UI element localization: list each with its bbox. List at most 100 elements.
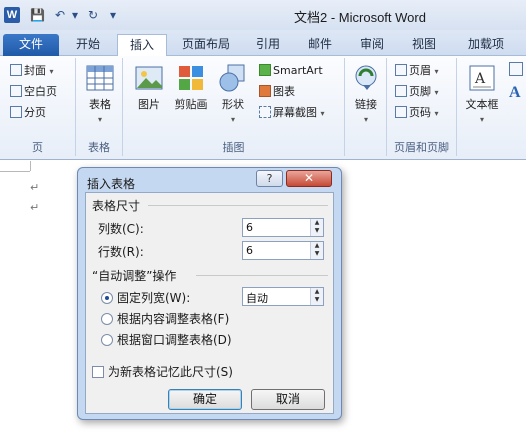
blank-page-icon xyxy=(10,85,22,97)
page-number-icon xyxy=(395,106,407,118)
table-group-label: 表格 xyxy=(88,141,110,154)
smartart-icon xyxy=(259,64,271,76)
spin-down-icon[interactable]: ▼ xyxy=(311,296,323,304)
rows-spin-buttons[interactable]: ▲ ▼ xyxy=(310,242,323,259)
footer-icon xyxy=(395,85,407,97)
checkbox-icon[interactable] xyxy=(92,366,104,378)
customize-qat-icon[interactable]: ▾ xyxy=(110,7,116,23)
ribbon-tabs: 文件 开始 插入 页面布局 引用 邮件 审阅 视图 加载项 xyxy=(0,30,526,57)
links-icon xyxy=(355,65,377,90)
tab-addins[interactable]: 加载项 xyxy=(458,34,514,56)
picture-button[interactable]: 图片 xyxy=(131,63,167,112)
undo-dropdown-icon[interactable]: ▾ xyxy=(72,7,78,23)
svg-text:A: A xyxy=(474,71,486,87)
page-number-button[interactable]: 页码 ▾ xyxy=(395,104,439,122)
smartart-button[interactable]: SmartArt xyxy=(259,62,323,80)
page-corner-mark-vertical xyxy=(30,161,31,171)
rows-label: 行数(R): xyxy=(98,245,144,259)
rows-value[interactable]: 6 xyxy=(246,244,253,257)
footer-button[interactable]: 页脚 ▾ xyxy=(395,83,439,101)
fixed-width-spin-buttons[interactable]: ▲ ▼ xyxy=(310,288,323,305)
links-button[interactable]: 链接 ▾ xyxy=(349,63,383,125)
page-break-icon xyxy=(10,106,22,118)
illustrations-group-label: 插图 xyxy=(222,141,245,154)
clipart-icon xyxy=(179,66,203,90)
quick-parts-icon[interactable] xyxy=(509,62,523,76)
spin-down-icon[interactable]: ▼ xyxy=(311,250,323,258)
chart-icon xyxy=(259,85,271,97)
cancel-button[interactable]: 取消 xyxy=(251,389,325,410)
columns-value[interactable]: 6 xyxy=(246,221,253,234)
spin-up-icon[interactable]: ▲ xyxy=(311,288,323,296)
pages-group-label: 页 xyxy=(32,141,43,154)
tab-home[interactable]: 开始 xyxy=(66,34,110,56)
dialog-title: 插入表格 xyxy=(87,177,136,191)
rows-spinner[interactable]: 6 ▲ ▼ xyxy=(242,241,324,260)
tab-review[interactable]: 审阅 xyxy=(352,34,392,56)
cover-page-button[interactable]: 封面 ▾ xyxy=(10,62,54,80)
close-button[interactable]: ✕ xyxy=(286,170,332,187)
wordart-icon[interactable]: A xyxy=(509,84,521,102)
textbox-icon: A xyxy=(469,65,495,91)
autofit-window-radio[interactable]: 根据窗口调整表格(D) xyxy=(101,331,232,348)
chart-button[interactable]: 图表 xyxy=(259,83,295,101)
tab-insert[interactable]: 插入 xyxy=(117,34,167,57)
radio-icon[interactable] xyxy=(101,313,113,325)
text-group: A 文本框 ▾ A xyxy=(457,58,526,156)
spin-down-icon[interactable]: ▼ xyxy=(311,227,323,235)
columns-spin-buttons[interactable]: ▲ ▼ xyxy=(310,219,323,236)
paragraph-mark: ↵ xyxy=(30,201,40,214)
section-divider xyxy=(196,275,328,276)
columns-label: 列数(C): xyxy=(98,222,144,236)
autofit-content-radio[interactable]: 根据内容调整表格(F) xyxy=(101,310,229,327)
remember-size-checkbox[interactable]: 为新表格记忆此尺寸(S) xyxy=(92,363,233,380)
textbox-button[interactable]: A 文本框 ▾ xyxy=(461,63,503,125)
insert-table-dialog: 插入表格 ? ✕ 表格尺寸 列数(C): 6 ▲ ▼ 行数(R): 6 ▲ ▼ “自… xyxy=(77,167,342,420)
ok-button[interactable]: 确定 xyxy=(168,389,242,410)
pages-group: 封面 ▾ 空白页 分页 页 xyxy=(0,58,76,156)
clipart-button[interactable]: 剪贴画 xyxy=(171,63,211,112)
header-icon xyxy=(395,64,407,76)
table-group: 表格 ▾ 表格 xyxy=(76,58,123,156)
fixed-width-value[interactable]: 自动 xyxy=(246,290,268,306)
word-logo-icon: W xyxy=(4,7,20,23)
cover-page-icon xyxy=(10,64,22,76)
page-break-button[interactable]: 分页 xyxy=(10,104,46,122)
spin-up-icon[interactable]: ▲ xyxy=(311,219,323,227)
radio-icon[interactable] xyxy=(101,334,113,346)
ribbon: 封面 ▾ 空白页 分页 页 表格 ▾ 表格 图片 剪贴画 形状 ▾ SmartArt… xyxy=(0,56,526,160)
tab-page-layout[interactable]: 页面布局 xyxy=(173,34,239,56)
spin-up-icon[interactable]: ▲ xyxy=(311,242,323,250)
blank-page-button[interactable]: 空白页 xyxy=(10,83,57,101)
table-size-section-title: 表格尺寸 xyxy=(92,199,141,213)
header-button[interactable]: 页眉 ▾ xyxy=(395,62,439,80)
columns-spinner[interactable]: 6 ▲ ▼ xyxy=(242,218,324,237)
fixed-width-select[interactable]: 自动 ▲ ▼ xyxy=(242,287,324,306)
screenshot-icon xyxy=(259,106,271,118)
dialog-body: 表格尺寸 列数(C): 6 ▲ ▼ 行数(R): 6 ▲ ▼ “自动调整”操作 固定… xyxy=(85,192,334,414)
header-footer-group: 页眉 ▾ 页脚 ▾ 页码 ▾ 页眉和页脚 xyxy=(387,58,457,156)
header-footer-group-label: 页眉和页脚 xyxy=(394,141,449,154)
table-icon xyxy=(86,65,114,91)
undo-icon[interactable]: ↶ xyxy=(55,7,65,23)
help-button[interactable]: ? xyxy=(256,170,283,187)
title-bar: W 💾 ↶ ▾ ↻ ▾ 文档2 - Microsoft Word xyxy=(0,0,526,30)
fixed-width-radio[interactable]: 固定列宽(W): xyxy=(101,289,190,306)
shapes-button[interactable]: 形状 ▾ xyxy=(215,63,251,125)
paragraph-mark: ↵ xyxy=(30,181,40,194)
screenshot-button[interactable]: 屏幕截图 ▾ xyxy=(259,104,325,122)
table-button[interactable]: 表格 ▾ xyxy=(82,63,118,125)
save-icon[interactable]: 💾 xyxy=(30,7,45,23)
tab-mailings[interactable]: 邮件 xyxy=(300,34,340,56)
tab-file[interactable]: 文件 xyxy=(3,34,59,56)
picture-icon xyxy=(135,66,163,90)
window-title: 文档2 - Microsoft Word xyxy=(294,10,426,25)
radio-selected-icon[interactable] xyxy=(101,292,113,304)
tab-view[interactable]: 视图 xyxy=(404,34,444,56)
illustrations-group: 图片 剪贴画 形状 ▾ SmartArt 图表 屏幕截图 ▾ 插图 xyxy=(123,58,345,156)
shapes-icon xyxy=(219,64,245,92)
links-group: 链接 ▾ xyxy=(345,58,387,156)
redo-icon[interactable]: ↻ xyxy=(88,7,98,23)
section-divider xyxy=(148,205,328,206)
tab-references[interactable]: 引用 xyxy=(248,34,288,56)
